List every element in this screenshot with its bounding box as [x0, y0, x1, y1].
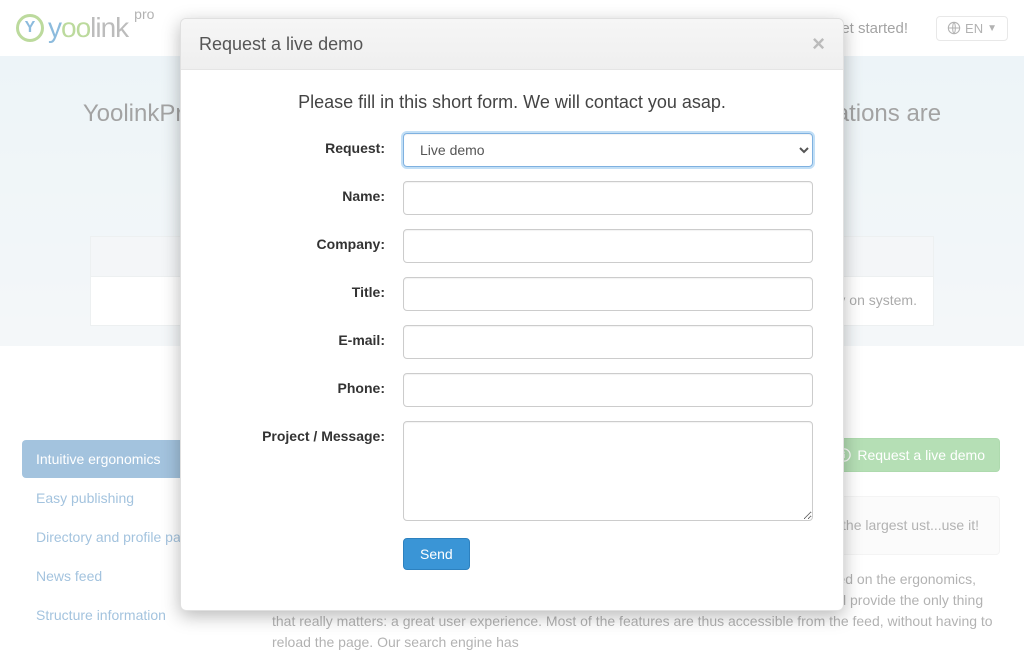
- modal-title: Request a live demo: [199, 34, 363, 55]
- send-button[interactable]: Send: [403, 538, 470, 570]
- label-name: Name:: [211, 181, 403, 204]
- name-input[interactable]: [403, 181, 813, 215]
- label-message: Project / Message:: [211, 421, 403, 444]
- request-demo-modal: Request a live demo × Please fill in thi…: [180, 18, 844, 611]
- label-title: Title:: [211, 277, 403, 300]
- close-icon: ×: [812, 31, 825, 56]
- message-textarea[interactable]: [403, 421, 813, 521]
- email-input[interactable]: [403, 325, 813, 359]
- label-request: Request:: [211, 133, 403, 156]
- label-company: Company:: [211, 229, 403, 252]
- label-phone: Phone:: [211, 373, 403, 396]
- label-email: E-mail:: [211, 325, 403, 348]
- phone-input[interactable]: [403, 373, 813, 407]
- modal-body: Please fill in this short form. We will …: [181, 70, 843, 610]
- close-button[interactable]: ×: [812, 33, 825, 55]
- company-input[interactable]: [403, 229, 813, 263]
- title-input[interactable]: [403, 277, 813, 311]
- request-select[interactable]: Live demo: [403, 133, 813, 167]
- modal-header: Request a live demo ×: [181, 19, 843, 70]
- modal-intro: Please fill in this short form. We will …: [211, 92, 813, 113]
